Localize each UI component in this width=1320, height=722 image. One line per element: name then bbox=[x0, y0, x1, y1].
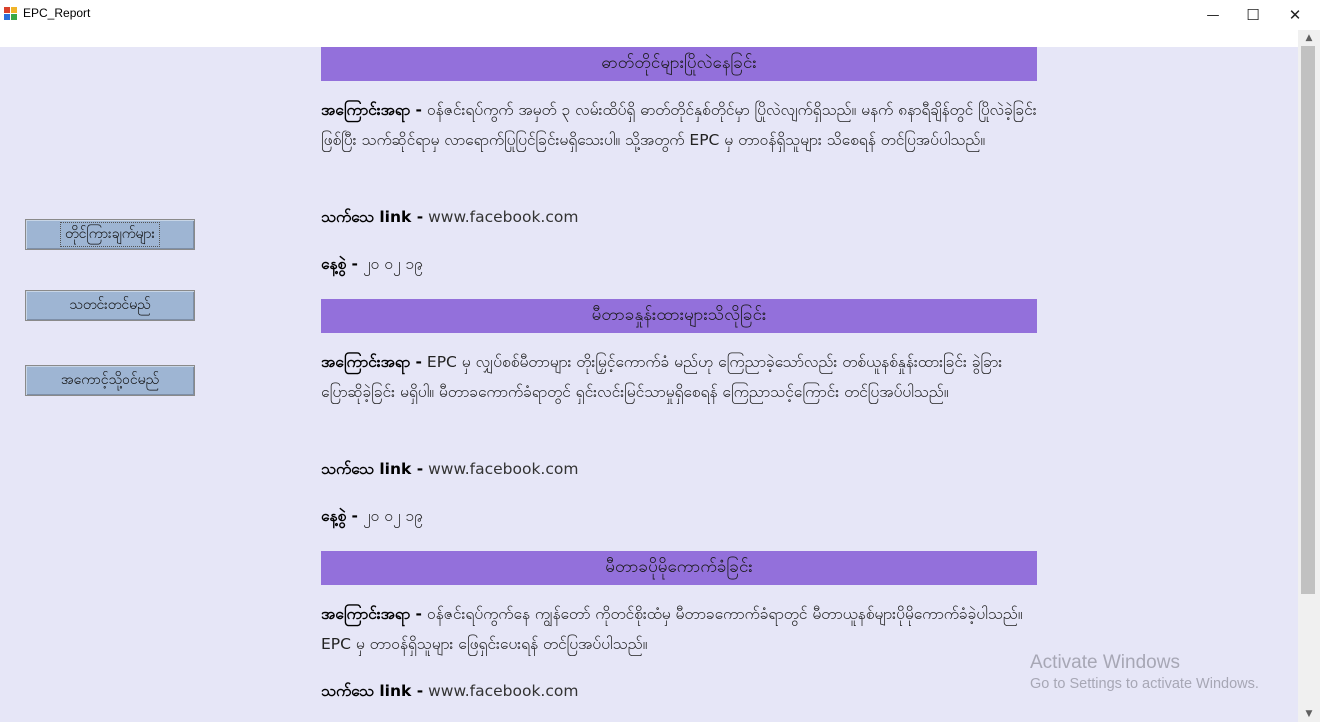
post-body: အကြောင်းအရာ - ဝန်ဇင်းရပ်ကွက်နေ ကျွန်တော်… bbox=[321, 599, 1037, 659]
close-button[interactable]: ✕ bbox=[1275, 0, 1315, 30]
close-icon: ✕ bbox=[1288, 6, 1302, 24]
evidence-line: သက်သေ link - www.facebook.com bbox=[321, 681, 578, 704]
scroll-down-icon[interactable]: ▼ bbox=[1298, 706, 1320, 722]
evidence-line: သက်သေ link - www.facebook.com bbox=[321, 459, 578, 482]
login-button[interactable]: အကောင့်သို့ဝင်မည် bbox=[25, 365, 195, 396]
evidence-link[interactable]: www.facebook.com bbox=[428, 208, 578, 226]
scroll-thumb[interactable] bbox=[1301, 46, 1315, 594]
complaints-button[interactable]: တိုင်ကြားချက်များ bbox=[25, 219, 195, 250]
scroll-up-icon[interactable]: ▲ bbox=[1298, 30, 1320, 46]
post-title: မီတာခပိုမိုကောက်ခံခြင်း bbox=[321, 551, 1037, 585]
evidence-label: သက်သေ link - bbox=[321, 460, 424, 478]
post-news-button[interactable]: သတင်းတင်မည် bbox=[25, 290, 195, 321]
title-bar: EPC_Report — ☐ ✕ bbox=[0, 0, 1320, 30]
date-value: ၂၀ ၀၂ ၁၉ bbox=[362, 255, 423, 273]
date-label: နေ့စွဲ - bbox=[321, 255, 358, 273]
complaints-button-label: တိုင်ကြားချက်များ bbox=[59, 222, 161, 247]
date-line: နေ့စွဲ - ၂၀ ၀၂ ၁၉ bbox=[321, 506, 423, 529]
evidence-label: သက်သေ link - bbox=[321, 682, 424, 700]
app-icon bbox=[4, 7, 18, 21]
maximize-button[interactable]: ☐ bbox=[1233, 0, 1273, 30]
evidence-label: သက်သေ link - bbox=[321, 208, 424, 226]
login-button-label: အကောင့်သို့ဝင်မည် bbox=[60, 372, 160, 388]
date-label: နေ့စွဲ - bbox=[321, 507, 358, 525]
evidence-link[interactable]: www.facebook.com bbox=[428, 682, 578, 700]
post-news-button-label: သတင်းတင်မည် bbox=[69, 297, 151, 313]
post-body: အကြောင်းအရာ - EPC မှ လျှပ်စစ်မီတာများ တိ… bbox=[321, 347, 1037, 407]
post-title: မီတာခနှုန်းထားများသိလိုခြင်း bbox=[321, 299, 1037, 333]
activation-watermark-title: Activate Windows bbox=[1030, 652, 1180, 673]
activation-watermark-subtitle: Go to Settings to activate Windows. bbox=[1030, 676, 1259, 692]
reason-text: EPC မှ လျှပ်စစ်မီတာများ တိုးမြှင့်ကောက်ခ… bbox=[321, 353, 1003, 401]
top-strip bbox=[0, 30, 1298, 47]
minimize-icon: — bbox=[1206, 7, 1220, 23]
post-body: အကြောင်းအရာ - ဝန်ဇင်းရပ်ကွက် အမှတ် ၃ လမ်… bbox=[321, 95, 1037, 155]
minimize-button[interactable]: — bbox=[1193, 0, 1233, 30]
reason-label: အကြောင်းအရာ - bbox=[321, 101, 422, 119]
date-value: ၂၀ ၀၂ ၁၉ bbox=[362, 507, 423, 525]
reason-text: ဝန်ဇင်းရပ်ကွက်နေ ကျွန်တော် ကိုတင်စိုးထံမ… bbox=[321, 605, 1023, 653]
maximize-icon: ☐ bbox=[1246, 6, 1260, 24]
reason-label: အကြောင်းအရာ - bbox=[321, 605, 422, 623]
evidence-link[interactable]: www.facebook.com bbox=[428, 460, 578, 478]
date-line: နေ့စွဲ - ၂၀ ၀၂ ၁၉ bbox=[321, 254, 423, 277]
post-title: ဓာတ်တိုင်များပြိုလဲနေခြင်း bbox=[321, 47, 1037, 81]
evidence-line: သက်သေ link - www.facebook.com bbox=[321, 207, 578, 230]
reason-text: ဝန်ဇင်းရပ်ကွက် အမှတ် ၃ လမ်းထိပ်ရှိ ဓာတ်တ… bbox=[321, 101, 1037, 149]
report-panel: တိုင်ကြားချက်များ သတင်းတင်မည် အကောင့်သို… bbox=[0, 47, 1298, 722]
window-title: EPC_Report bbox=[23, 6, 91, 20]
vertical-scrollbar[interactable]: ▲ ▼ bbox=[1298, 30, 1320, 722]
reason-label: အကြောင်းအရာ - bbox=[321, 353, 422, 371]
